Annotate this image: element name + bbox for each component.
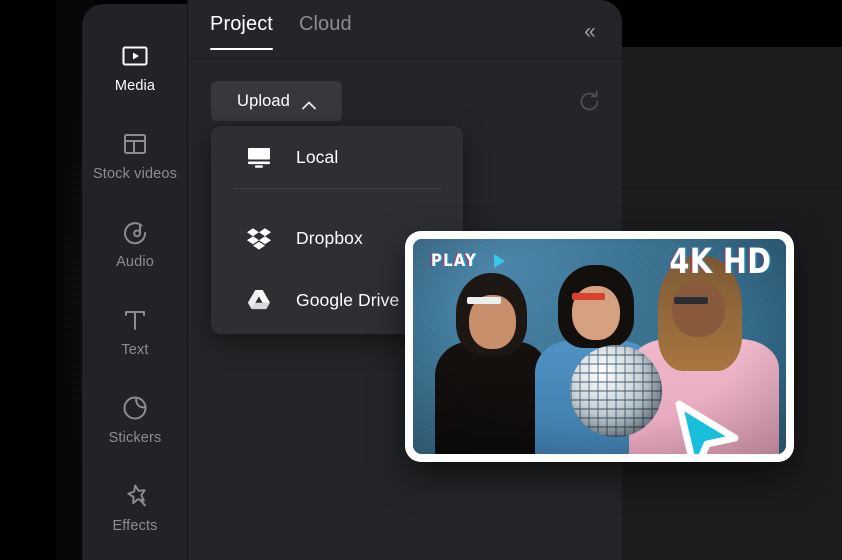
video-thumbnail: PLAY 4K HD (413, 239, 786, 454)
sidebar-item-label: Stock videos (92, 166, 177, 183)
upload-button-label: Upload (237, 91, 290, 110)
refresh-icon[interactable] (576, 88, 603, 115)
menu-spacer (211, 189, 463, 207)
menu-item-local[interactable]: Local (211, 126, 463, 188)
menu-item-label: Google Drive (296, 289, 400, 310)
play-label: PLAY (431, 251, 478, 271)
dropbox-icon (246, 225, 272, 251)
panel-tabs: Project Cloud (188, 0, 622, 58)
sidebar-item-label: Media (114, 78, 156, 95)
sunglasses-left (467, 297, 501, 305)
sidebar-item-media[interactable]: Media (82, 24, 188, 112)
quality-badge: 4K HD (669, 242, 772, 282)
sticker-peel-circle-icon (121, 394, 149, 422)
video-preview-card[interactable]: PLAY 4K HD (405, 231, 794, 462)
google-drive-icon (246, 287, 272, 313)
collapse-panel-glyph: « (584, 19, 596, 43)
layout-grid-icon (121, 130, 149, 158)
media-play-rectangle-icon (121, 42, 149, 70)
sidebar: Media Stock videos Audio Text Stickers E… (82, 4, 188, 560)
tab-label: Project (210, 13, 273, 35)
disco-ball (569, 344, 662, 437)
menu-item-label: Local (296, 146, 339, 167)
sunglasses-center (571, 292, 606, 300)
tab-project[interactable]: Project (210, 14, 273, 50)
tab-label: Cloud (298, 13, 352, 35)
menu-item-label: Dropbox (296, 227, 363, 248)
monitor-icon (246, 144, 272, 170)
sidebar-item-effects[interactable]: Effects (82, 464, 188, 552)
text-t-icon (121, 306, 149, 334)
sidebar-item-label: Audio (116, 254, 154, 271)
sidebar-item-label: Stickers (108, 430, 162, 447)
sunglasses-right (674, 297, 708, 305)
chevron-up-icon (302, 97, 316, 109)
sidebar-item-stock-videos[interactable]: Stock videos (82, 112, 188, 200)
play-triangle-icon (493, 254, 505, 268)
play-badge: PLAY (431, 251, 505, 271)
sidebar-item-label: Effects (112, 518, 158, 535)
sidebar-item-audio[interactable]: Audio (82, 200, 188, 288)
sidebar-item-label: Text (121, 342, 149, 359)
sidebar-item-stickers[interactable]: Stickers (82, 376, 188, 464)
upload-button[interactable]: Upload (211, 81, 342, 121)
music-note-circle-icon (121, 218, 149, 246)
app-window: Media Stock videos Audio Text Stickers E… (0, 0, 842, 560)
cursor-arrow-icon (671, 398, 743, 454)
sidebar-item-text[interactable]: Text (82, 288, 188, 376)
magic-star-icon (121, 482, 149, 510)
tab-cloud[interactable]: Cloud (299, 14, 352, 50)
panel-header-separator (188, 58, 622, 59)
collapse-panel-icon[interactable]: « (576, 18, 602, 44)
